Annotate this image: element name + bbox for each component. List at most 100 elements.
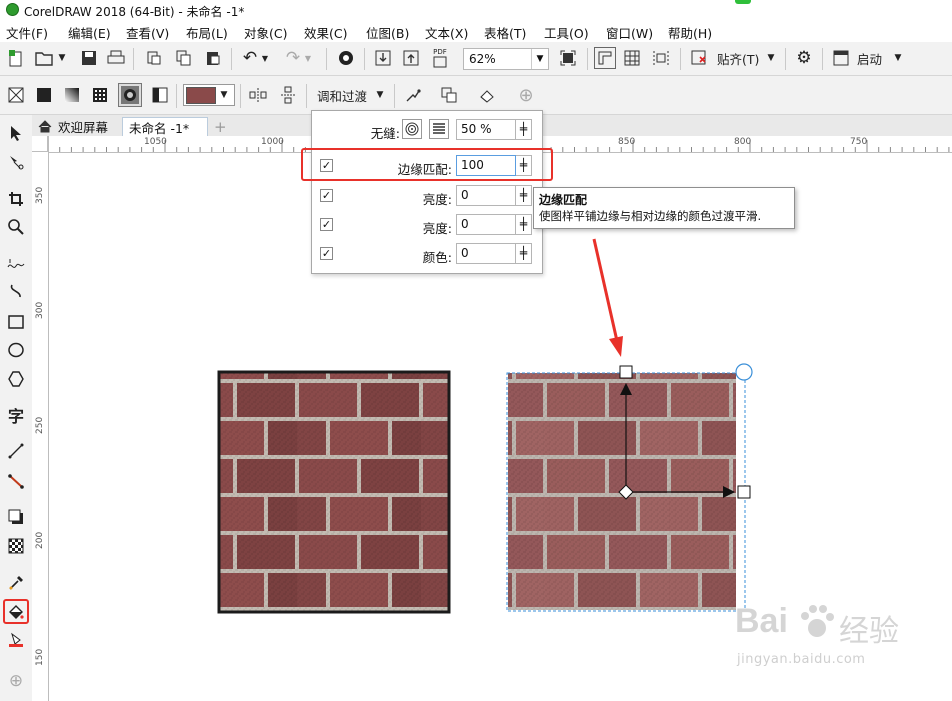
ellipse-tool-icon[interactable] xyxy=(5,339,27,361)
linear-blend-icon[interactable] xyxy=(429,119,449,139)
transparency-tool-icon[interactable] xyxy=(5,535,27,557)
menu-table[interactable]: 表格(T) xyxy=(484,23,526,42)
brick-rectangle-left[interactable] xyxy=(217,370,451,614)
zoom-tool-icon[interactable] xyxy=(5,216,27,238)
menu-tools[interactable]: 工具(O) xyxy=(544,23,589,42)
export-pdf-icon[interactable]: PDF xyxy=(429,46,451,70)
brightness-label-2: 亮度: xyxy=(422,221,452,236)
open-folder-icon[interactable] xyxy=(34,48,54,68)
undo-dropdown-icon[interactable]: ▼ xyxy=(260,48,270,68)
cut-icon[interactable] xyxy=(144,48,164,68)
menu-effects[interactable]: 效果(C) xyxy=(304,23,347,42)
no-fill-icon[interactable] xyxy=(6,85,26,105)
color-input[interactable]: 0 xyxy=(456,243,516,264)
toolbox: 字 ⊕ xyxy=(0,115,33,701)
show-guidelines-icon[interactable] xyxy=(650,48,672,68)
open-dropdown-icon[interactable]: ▼ xyxy=(56,48,68,68)
bitmap-pattern-fill-icon[interactable] xyxy=(118,83,142,107)
launch-icon[interactable] xyxy=(831,48,851,68)
undo-icon[interactable]: ↶ xyxy=(240,48,260,68)
freehand-tool-icon[interactable] xyxy=(5,254,27,276)
two-color-pattern-fill-icon[interactable] xyxy=(150,85,170,105)
drop-shadow-tool-icon[interactable] xyxy=(5,506,27,528)
snap-off-icon[interactable] xyxy=(689,48,709,68)
menu-layout[interactable]: 布局(L) xyxy=(186,23,228,42)
copy-icon[interactable] xyxy=(174,48,194,68)
zoom-level-select[interactable]: 62% ▼ xyxy=(463,48,549,70)
pick-tool-icon[interactable] xyxy=(5,122,27,144)
add-tool-icon[interactable]: ⊕ xyxy=(5,670,27,692)
fountain-fill-icon[interactable] xyxy=(62,85,82,105)
blend-transition-button[interactable]: 调和过渡 xyxy=(317,85,367,105)
brightness-slider-icon-2[interactable]: ╪ xyxy=(516,214,532,235)
brightness-checkbox-1[interactable]: ✓ xyxy=(320,189,333,202)
copy-fill-icon[interactable] xyxy=(439,85,459,105)
baidu-watermark: Bai 经验 jingyan.baidu.com xyxy=(735,600,945,680)
vector-pattern-fill-icon[interactable] xyxy=(90,85,110,105)
eyedropper-tool-icon[interactable] xyxy=(5,572,27,594)
snap-to-button[interactable]: 贴齐(T) xyxy=(717,48,759,68)
color-checkbox[interactable]: ✓ xyxy=(320,247,333,260)
zoom-dropdown-icon[interactable]: ▼ xyxy=(531,49,548,69)
brightness-row-1: ✓ 亮度: 0 ╪ xyxy=(312,184,542,208)
menu-help[interactable]: 帮助(H) xyxy=(668,23,712,42)
transform-with-object-icon[interactable] xyxy=(403,85,423,105)
add-tab-icon[interactable]: + xyxy=(208,117,233,136)
shape-tool-icon[interactable] xyxy=(5,151,27,173)
launch-dropdown-icon[interactable]: ▼ xyxy=(892,48,904,68)
fill-pattern-dropdown-icon[interactable]: ▼ xyxy=(216,90,232,100)
fill-pattern-picker[interactable]: ▼ xyxy=(183,84,235,106)
search-content-icon[interactable] xyxy=(336,48,356,68)
color-slider-icon[interactable]: ╪ xyxy=(516,243,532,264)
menu-text[interactable]: 文本(X) xyxy=(425,23,468,42)
tab-welcome-screen[interactable]: 欢迎屏幕 xyxy=(32,117,115,136)
menu-object[interactable]: 对象(C) xyxy=(244,23,287,42)
mirror-tiles-vertical-icon[interactable] xyxy=(278,85,298,105)
tooltip-title: 边缘匹配 xyxy=(539,193,588,207)
tab-welcome-label: 欢迎屏幕 xyxy=(58,120,109,135)
show-grid-icon[interactable] xyxy=(622,48,642,68)
full-screen-icon[interactable] xyxy=(558,48,578,68)
ruler-label: 350 xyxy=(35,186,45,204)
seamless-slider-icon[interactable]: ╪ xyxy=(516,119,532,140)
menu-window[interactable]: 窗口(W) xyxy=(606,23,653,42)
brightness-slider-icon-1[interactable]: ╪ xyxy=(516,185,532,206)
connector-tool-icon[interactable] xyxy=(5,470,27,492)
artistic-media-tool-icon[interactable] xyxy=(5,281,27,303)
parallel-dimension-tool-icon[interactable] xyxy=(5,440,27,462)
save-icon[interactable] xyxy=(79,48,99,68)
menu-file[interactable]: 文件(F) xyxy=(6,23,48,42)
crop-tool-icon[interactable] xyxy=(5,188,27,210)
snap-dropdown-icon[interactable]: ▼ xyxy=(765,48,777,68)
mirror-tiles-horizontal-icon[interactable] xyxy=(248,85,268,105)
rectangle-tool-icon[interactable] xyxy=(5,311,27,333)
brightness-checkbox-2[interactable]: ✓ xyxy=(320,218,333,231)
print-icon[interactable] xyxy=(106,48,126,68)
paw-logo-icon xyxy=(801,605,834,637)
radial-blend-icon[interactable] xyxy=(402,119,422,139)
menu-bitmaps[interactable]: 位图(B) xyxy=(366,23,409,42)
blend-transition-dropdown-icon[interactable]: ▼ xyxy=(374,85,386,105)
brightness-input-1[interactable]: 0 xyxy=(456,185,516,206)
show-rulers-icon[interactable] xyxy=(594,47,616,69)
launch-button[interactable]: 启动 xyxy=(857,48,882,68)
menu-edit[interactable]: 编辑(E) xyxy=(68,23,111,42)
text-tool-icon[interactable]: 字 xyxy=(5,404,27,426)
tooltip-text: 使图样平铺边缘与相对边缘的颜色过渡平滑. xyxy=(539,209,762,223)
paste-icon[interactable] xyxy=(203,48,223,68)
add-icon[interactable]: ⊕ xyxy=(516,85,536,106)
options-gear-icon[interactable]: ⚙ xyxy=(794,48,814,68)
import-icon[interactable] xyxy=(373,48,393,68)
uniform-fill-icon[interactable] xyxy=(34,85,54,105)
edit-fill-icon[interactable] xyxy=(477,85,497,105)
brightness-input-2[interactable]: 0 xyxy=(456,214,516,235)
smart-fill-tool-icon[interactable] xyxy=(5,629,27,651)
new-document-icon[interactable] xyxy=(6,48,26,68)
export-icon[interactable] xyxy=(401,48,421,68)
ruler-origin[interactable] xyxy=(32,136,48,152)
interactive-fill-tool-icon[interactable] xyxy=(3,599,29,624)
seamless-input[interactable]: 50 % xyxy=(456,119,516,140)
tab-document[interactable]: 未命名 -1* xyxy=(122,117,208,137)
polygon-tool-icon[interactable] xyxy=(5,368,27,390)
menu-view[interactable]: 查看(V) xyxy=(126,23,169,42)
